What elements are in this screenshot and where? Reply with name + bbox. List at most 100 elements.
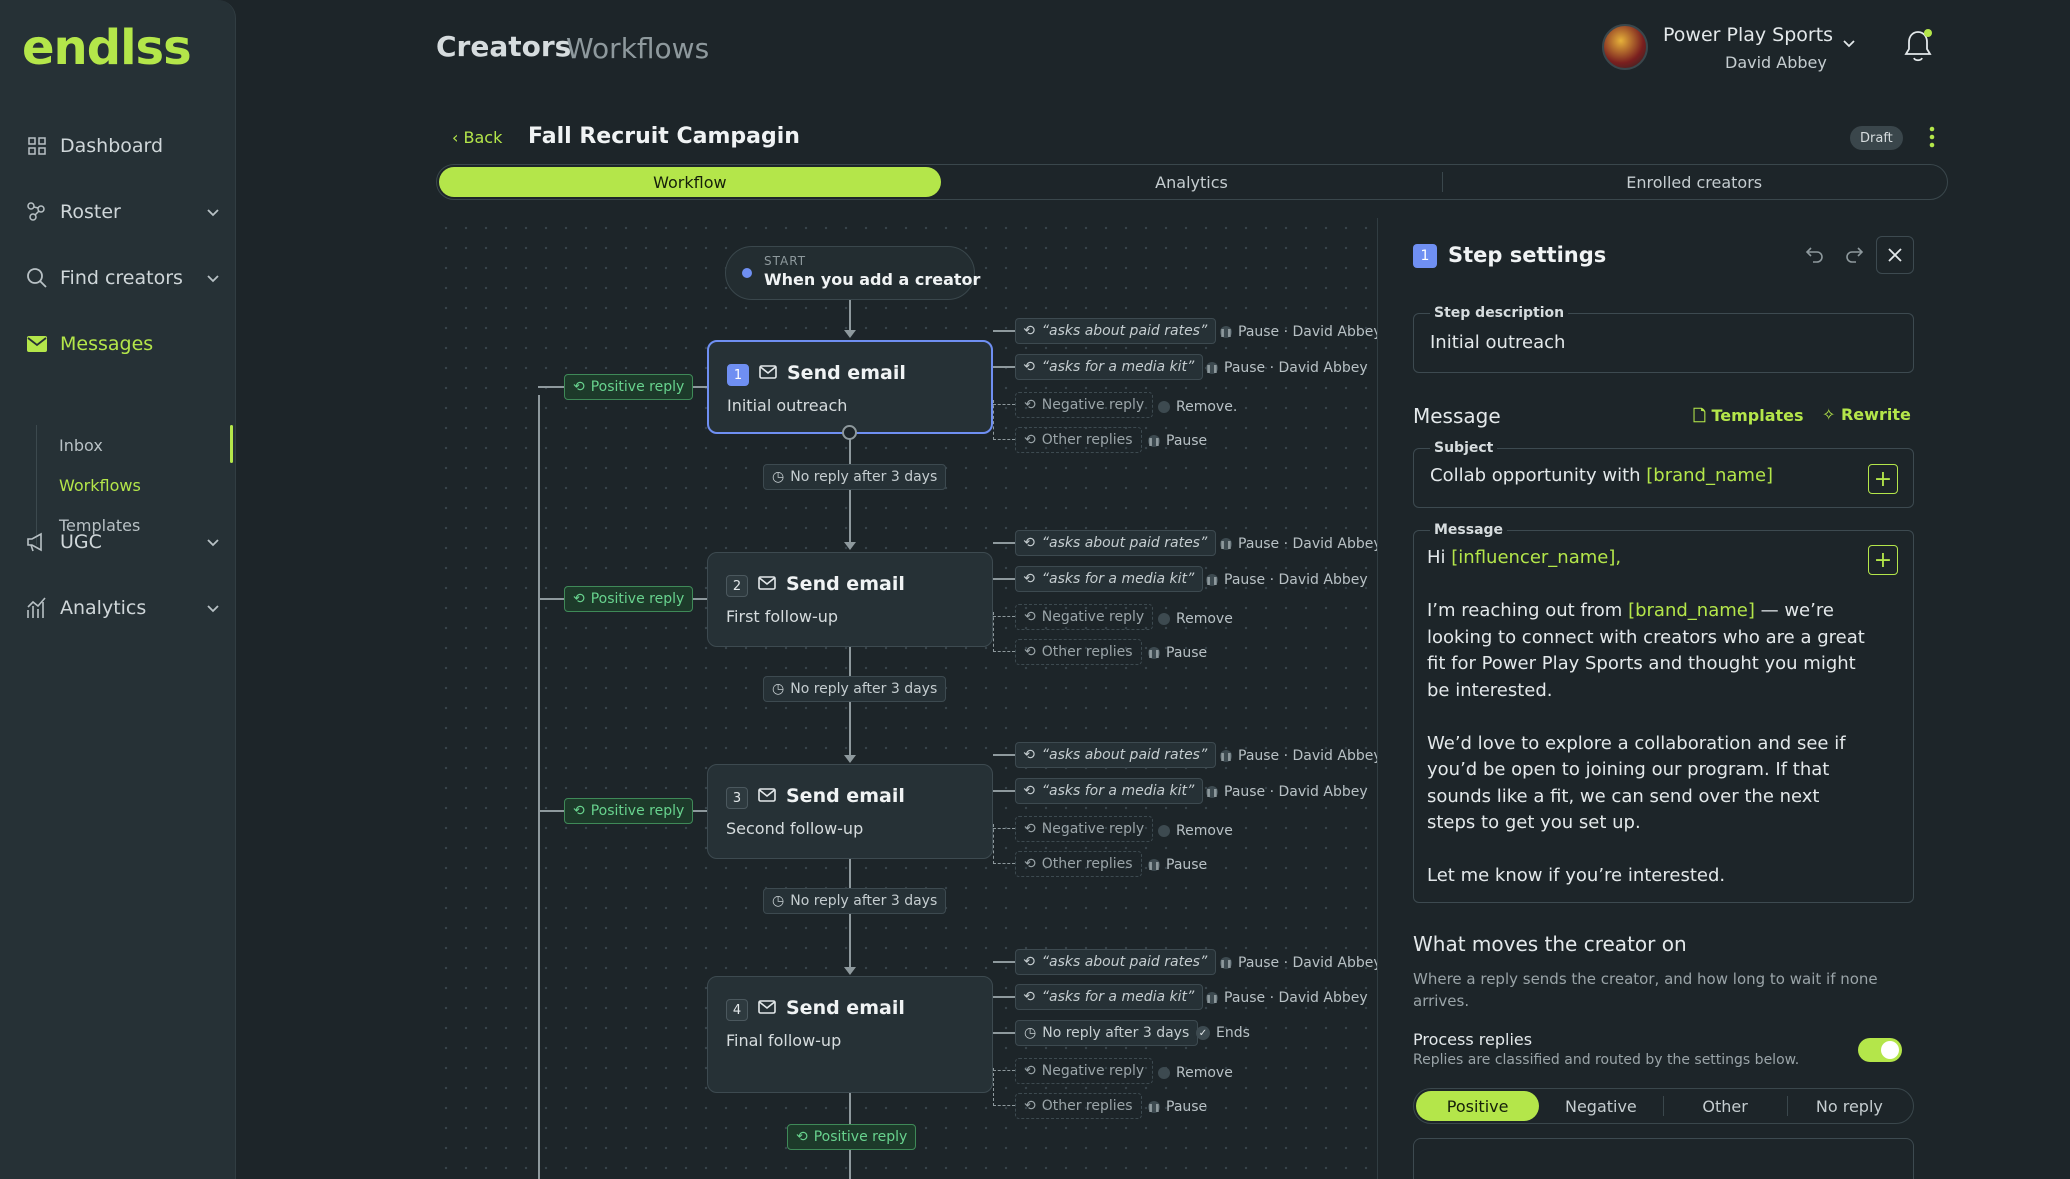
step-description-field[interactable]: Step description Initial outreach <box>1413 305 1914 373</box>
other-replies-chip[interactable]: ⟲ Other replies <box>1015 1093 1142 1119</box>
connector <box>993 400 994 440</box>
tab-analytics[interactable]: Analytics <box>941 167 1443 197</box>
reply-rule-chip[interactable]: ⟲ “asks for a media kit” <box>1015 778 1204 804</box>
nav-messages[interactable]: Messages <box>24 324 220 364</box>
nav-ugc[interactable]: UGC <box>24 522 220 562</box>
sparkle-icon: ✧ <box>1822 405 1841 424</box>
negative-reply-chip[interactable]: ⟲ Negative reply <box>1015 392 1154 418</box>
delay-chip[interactable]: ◷ No reply after 3 days <box>1015 1020 1199 1046</box>
nav-roster[interactable]: Roster <box>24 192 220 232</box>
step-card-2[interactable]: 2 Send email First follow-up <box>707 552 993 647</box>
close-button[interactable] <box>1876 236 1914 274</box>
chip-label: Negative reply <box>1041 397 1145 413</box>
nav-dashboard[interactable]: Dashboard <box>24 126 220 166</box>
step-card-1[interactable]: 1 Send email Initial outreach <box>707 340 993 434</box>
back-link[interactable]: ‹ Back <box>452 128 502 147</box>
action-label: Pause · David Abbey <box>1238 955 1382 971</box>
reply-rule-chip[interactable]: ⟲ “asks about paid rates” <box>1015 318 1217 344</box>
reply-rule-chip[interactable]: ⟲ “asks for a media kit” <box>1015 984 1204 1010</box>
reply-rule-chip[interactable]: ⟲ “asks about paid rates” <box>1015 742 1217 768</box>
segment-positive[interactable]: Positive <box>1416 1091 1540 1121</box>
negative-reply-chip[interactable]: ⟲ Negative reply <box>1015 604 1154 630</box>
brand-name[interactable]: Power Play Sports <box>1663 24 1833 46</box>
chip-label: Positive reply <box>590 803 685 819</box>
brand-avatar[interactable] <box>1602 24 1648 70</box>
reply-rule-chip[interactable]: ⟲ “asks about paid rates” <box>1015 530 1217 556</box>
chip-label: Other replies <box>1041 644 1133 660</box>
nav-find-creators[interactable]: Find creators <box>24 258 220 298</box>
other-replies-chip[interactable]: ⟲ Other replies <box>1015 427 1142 453</box>
templates-link[interactable]: 🗋 Templates <box>1693 405 1804 432</box>
negative-reply-chip[interactable]: ⟲ Negative reply <box>1015 1058 1154 1084</box>
grid-icon <box>24 133 50 159</box>
chip-label: Positive reply <box>590 591 685 607</box>
tab-bar: Workflow Analytics Enrolled creators <box>436 164 1948 200</box>
tab-enrolled-creators[interactable]: Enrolled creators <box>1443 167 1945 197</box>
message-paragraph: We’d love to explore a collaboration and… <box>1427 732 1846 834</box>
reply-rule-chip[interactable]: ⟲ “asks for a media kit” <box>1015 354 1204 380</box>
positive-reply-chip[interactable]: ⟲ Positive reply <box>564 798 694 824</box>
step-number: 3 <box>726 787 748 809</box>
other-replies-chip[interactable]: ⟲ Other replies <box>1015 851 1142 877</box>
reply-rule-chip[interactable]: ⟲ “asks for a media kit” <box>1015 566 1204 592</box>
connector <box>993 612 994 652</box>
reply-icon: ⟲ <box>573 379 585 395</box>
more-icon[interactable] <box>1928 126 1936 154</box>
process-replies-title: Process replies <box>1413 1030 1533 1049</box>
delay-chip[interactable]: ◷ No reply after 3 days <box>763 676 947 702</box>
rule-action: ❚❚ Pause <box>1147 433 1207 449</box>
process-replies-toggle[interactable] <box>1858 1038 1902 1062</box>
segment-other[interactable]: Other <box>1664 1091 1787 1121</box>
undo-icon[interactable] <box>1805 244 1825 268</box>
step-card-4[interactable]: 4 Send email Final follow-up <box>707 976 993 1093</box>
reply-type-segmented: Positive Negative Other No reply <box>1413 1088 1914 1124</box>
clock-icon: ◷ <box>1024 1025 1037 1041</box>
redo-icon[interactable] <box>1844 244 1864 268</box>
tab-workflow[interactable]: Workflow <box>439 167 941 197</box>
delay-chip[interactable]: ◷ No reply after 3 days <box>763 888 947 914</box>
logo[interactable]: endlss <box>22 20 192 76</box>
segment-no-reply[interactable]: No reply <box>1788 1091 1911 1121</box>
other-replies-chip[interactable]: ⟲ Other replies <box>1015 639 1142 665</box>
connector <box>993 961 1015 963</box>
arrow <box>844 542 856 550</box>
rule-action: ✓ Ends <box>1196 1025 1250 1041</box>
pause-icon: ❚❚ <box>1205 362 1219 374</box>
positive-reply-chip[interactable]: ⟲ Positive reply <box>564 374 694 400</box>
step-card-3[interactable]: 3 Send email Second follow-up <box>707 764 993 859</box>
positive-reply-chip[interactable]: ⟲ Positive reply <box>787 1124 917 1150</box>
subject-field[interactable]: Subject Collab opportunity with [brand_n… <box>1413 440 1914 508</box>
bell-icon[interactable] <box>1902 28 1934 68</box>
rewrite-link[interactable]: ✧ Rewrite <box>1822 405 1911 424</box>
delay-chip[interactable]: ◷ No reply after 3 days <box>763 464 947 490</box>
nav-analytics[interactable]: Analytics <box>24 588 220 628</box>
insert-variable-button[interactable]: + <box>1868 545 1898 575</box>
subnav-inbox[interactable]: Inbox <box>37 425 236 465</box>
negative-reply-chip[interactable]: ⟲ Negative reply <box>1015 816 1154 842</box>
mail-icon <box>758 787 776 807</box>
positive-trunk <box>538 395 540 1179</box>
connector <box>993 754 1015 756</box>
pause-icon: ❚❚ <box>1205 992 1219 1004</box>
message-body[interactable]: Hi [influencer_name], I’m reaching out f… <box>1427 545 1867 916</box>
positive-reply-chip[interactable]: ⟲ Positive reply <box>564 586 694 612</box>
subnav-workflows[interactable]: Workflows <box>37 465 236 505</box>
chip-label: “asks for a media kit” <box>1041 783 1195 799</box>
reply-rule-chip[interactable]: ⟲ “asks about paid rates” <box>1015 949 1217 975</box>
message-greeting: Hi [influencer_name], <box>1427 545 1867 572</box>
pause-icon: ❚❚ <box>1219 326 1233 338</box>
connection-handle[interactable] <box>842 425 857 440</box>
segment-negative[interactable]: Negative <box>1539 1091 1662 1121</box>
connector <box>993 578 1015 580</box>
reply-icon: ⟲ <box>1024 323 1036 339</box>
chip-label: “asks for a media kit” <box>1041 989 1195 1005</box>
chip-label: Negative reply <box>1041 609 1145 625</box>
user-name[interactable]: David Abbey <box>1725 53 1827 72</box>
connector <box>993 863 1015 864</box>
mail-icon <box>24 331 50 357</box>
chevron-down-icon[interactable] <box>1842 34 1856 53</box>
pause-icon: ❚❚ <box>1219 957 1233 969</box>
page-title: Creators <box>436 30 572 63</box>
action-label: Remove <box>1176 611 1233 627</box>
insert-variable-button[interactable]: + <box>1868 464 1898 494</box>
